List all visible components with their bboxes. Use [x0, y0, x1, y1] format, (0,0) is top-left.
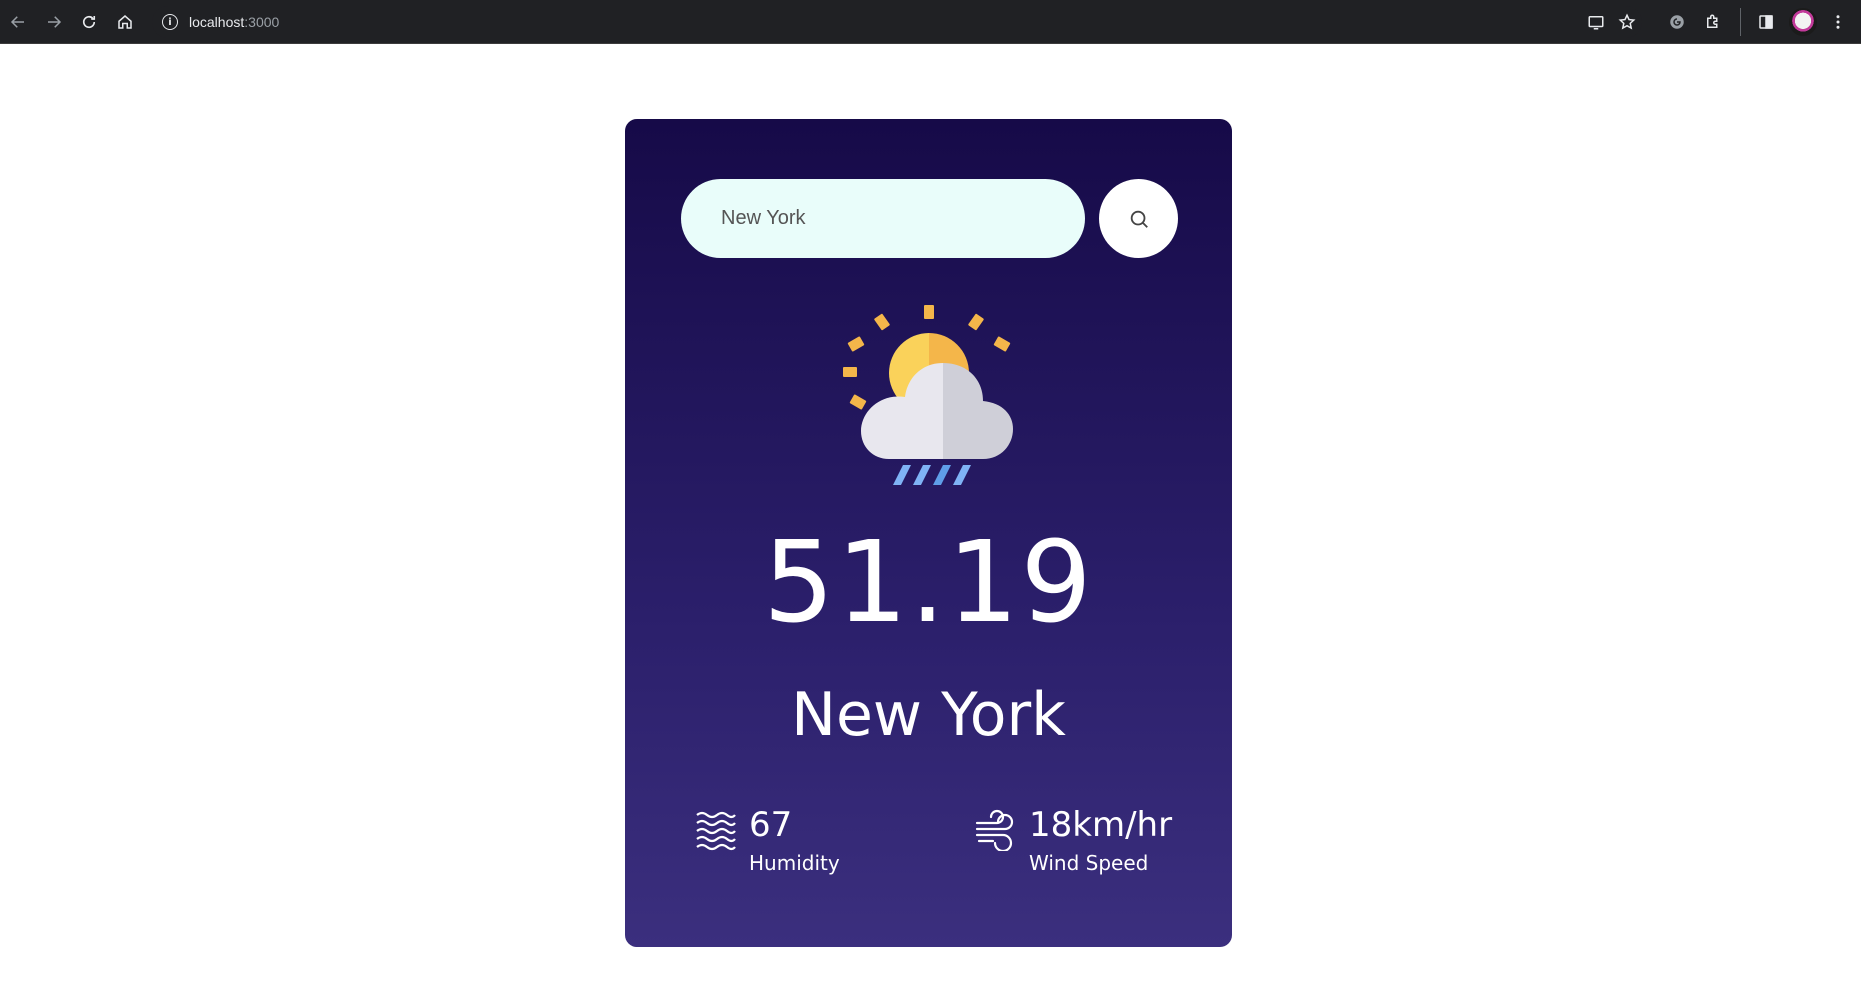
partly-cloudy-rain-icon [843, 305, 1013, 485]
wind-speed-value: 18km/hr [1029, 805, 1173, 845]
humidity-value: 67 [749, 805, 793, 845]
humidity-label: Humidity [749, 851, 840, 875]
city-search-input[interactable] [681, 179, 1085, 258]
search-icon [1130, 210, 1148, 228]
humidity-icon [696, 811, 736, 851]
cast-icon[interactable] [1582, 8, 1610, 36]
browser-toolbar: i localhost:3000 [0, 0, 1861, 44]
wind-speed-label: Wind Speed [1029, 851, 1149, 875]
profile-avatar[interactable] [1789, 8, 1817, 36]
extension-g-icon[interactable] [1663, 8, 1691, 36]
city-name: New York [791, 680, 1066, 750]
bookmark-star-icon[interactable] [1613, 8, 1641, 36]
extensions-puzzle-icon[interactable] [1699, 8, 1727, 36]
weather-card: 51.19 New York 67 Humidity 18km/hr Wind … [625, 119, 1232, 947]
wind-icon [975, 809, 1014, 851]
side-panel-icon[interactable] [1752, 8, 1780, 36]
toolbar-divider [1740, 8, 1741, 36]
search-button[interactable] [1099, 179, 1178, 258]
temperature-value: 51.19 [763, 518, 1094, 648]
menu-kebab-icon[interactable] [1824, 8, 1852, 36]
